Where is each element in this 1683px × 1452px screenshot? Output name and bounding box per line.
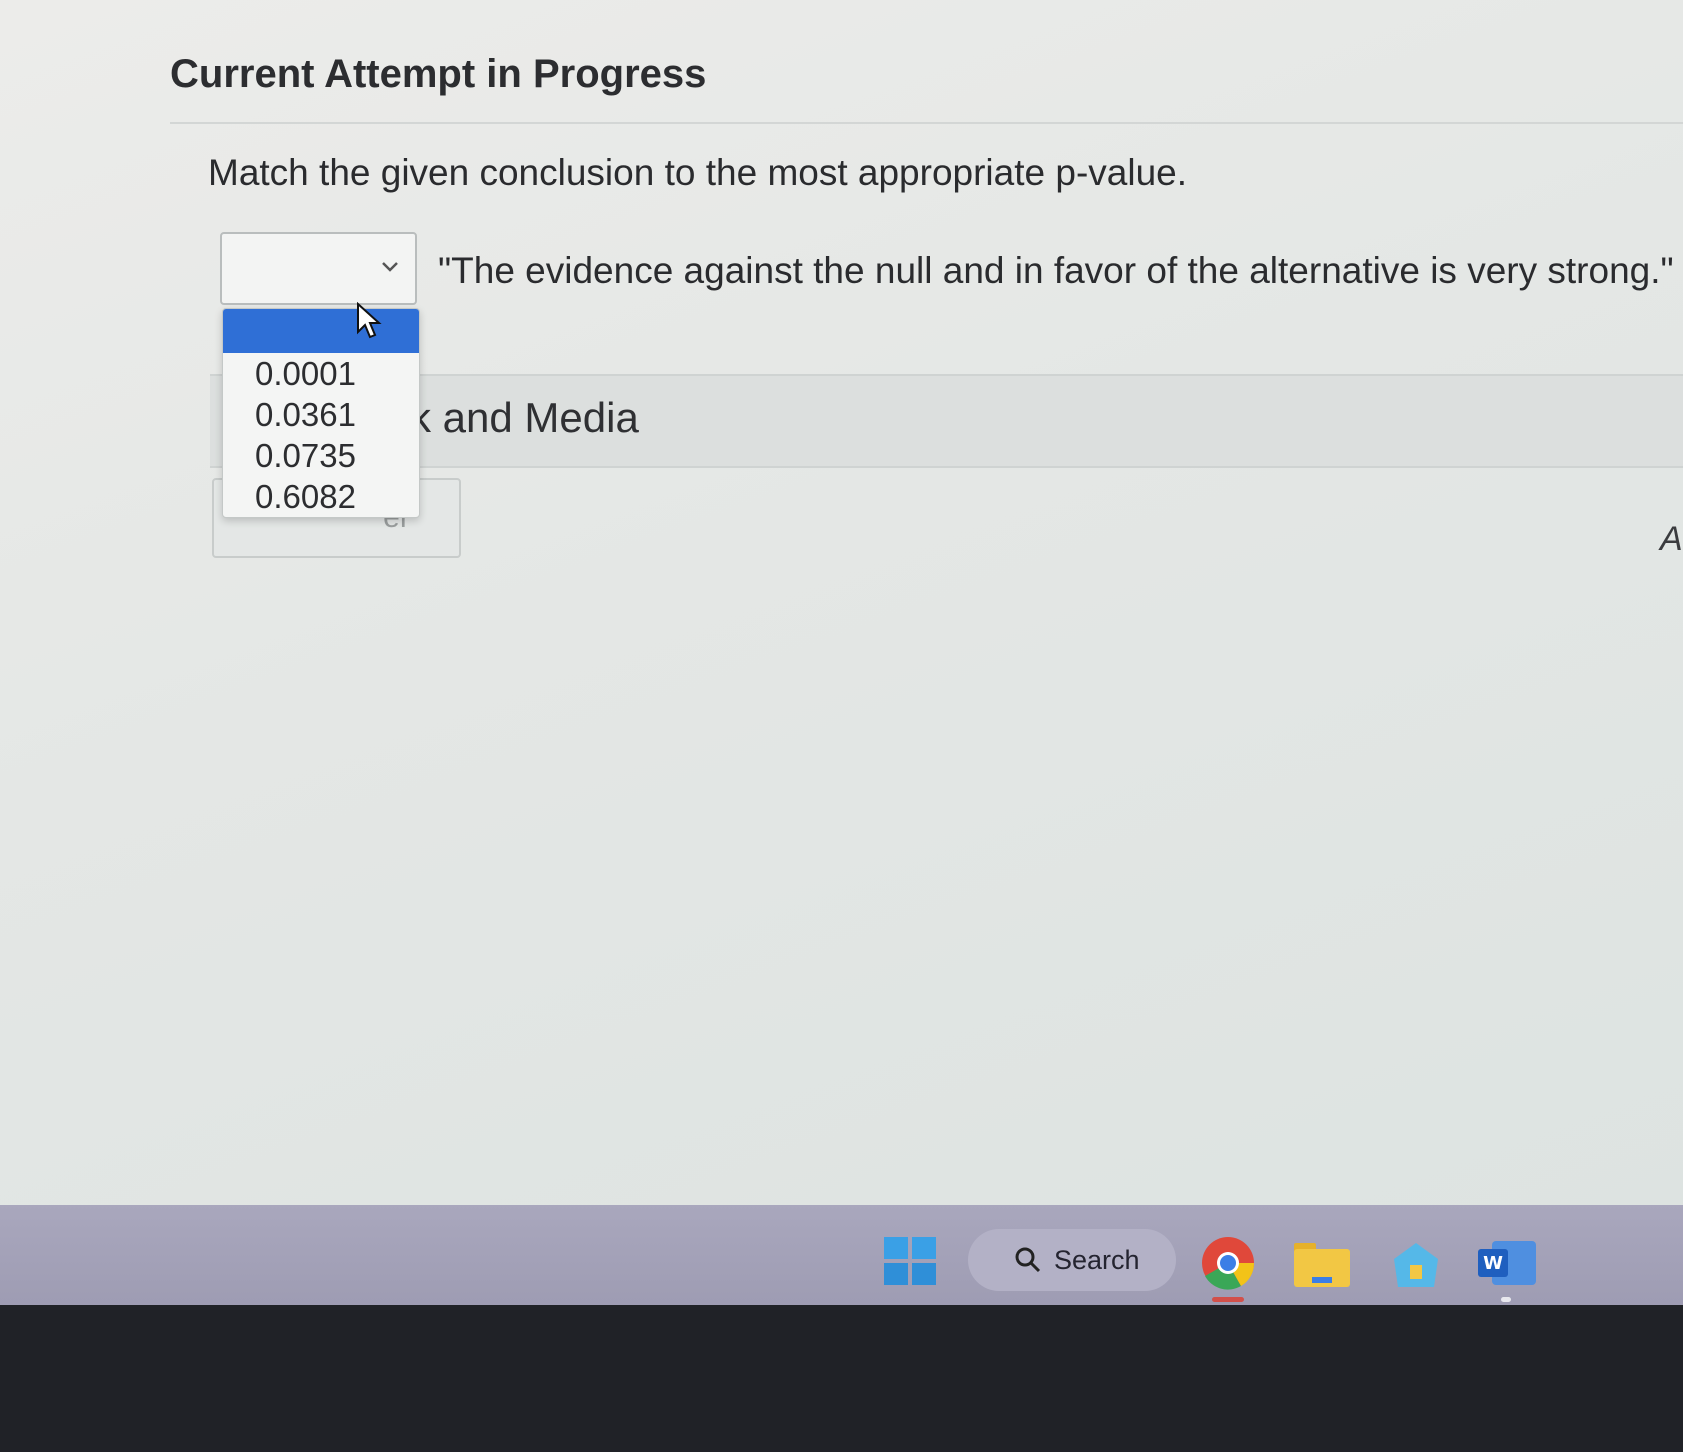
chrome-icon[interactable]: [1200, 1235, 1256, 1291]
dropdown-option[interactable]: 0.0361: [223, 394, 419, 435]
monitor-bezel: [0, 1305, 1683, 1452]
mouse-cursor-icon: [357, 302, 382, 339]
file-explorer-icon[interactable]: [1294, 1239, 1350, 1287]
page-title: Current Attempt in Progress: [170, 52, 707, 96]
p-value-dropdown-list: 0.0001 0.0361 0.0735 0.6082: [222, 308, 420, 518]
dropdown-option-blank[interactable]: [223, 309, 419, 353]
p-value-select[interactable]: [220, 232, 417, 305]
active-app-indicator: [1212, 1297, 1244, 1302]
search-icon: [1015, 1247, 1041, 1273]
title-divider: [170, 122, 1683, 124]
store-icon[interactable]: [1388, 1239, 1444, 1289]
dropdown-option[interactable]: 0.0001: [223, 353, 419, 394]
windows-taskbar: Search W: [0, 1205, 1683, 1305]
ebook-media-bar[interactable]: k and Media: [210, 374, 1683, 468]
dropdown-option[interactable]: 0.0735: [223, 435, 419, 476]
taskbar-search[interactable]: Search: [968, 1229, 1176, 1291]
dropdown-option[interactable]: 0.6082: [223, 476, 419, 517]
ebook-media-label: k and Media: [410, 394, 639, 441]
search-label: Search: [1054, 1244, 1140, 1275]
conclusion-statement: "The evidence against the null and in fa…: [438, 250, 1674, 291]
edge-text: A: [1660, 520, 1683, 558]
browser-viewport: Current Attempt in Progress Match the gi…: [0, 0, 1683, 1205]
question-prompt: Match the given conclusion to the most a…: [208, 152, 1188, 193]
chevron-down-icon: [382, 262, 398, 272]
running-app-indicator: [1501, 1297, 1511, 1302]
svg-text:W: W: [1483, 1253, 1503, 1274]
windows-start-icon[interactable]: [884, 1237, 936, 1285]
word-icon[interactable]: W: [1478, 1239, 1536, 1287]
